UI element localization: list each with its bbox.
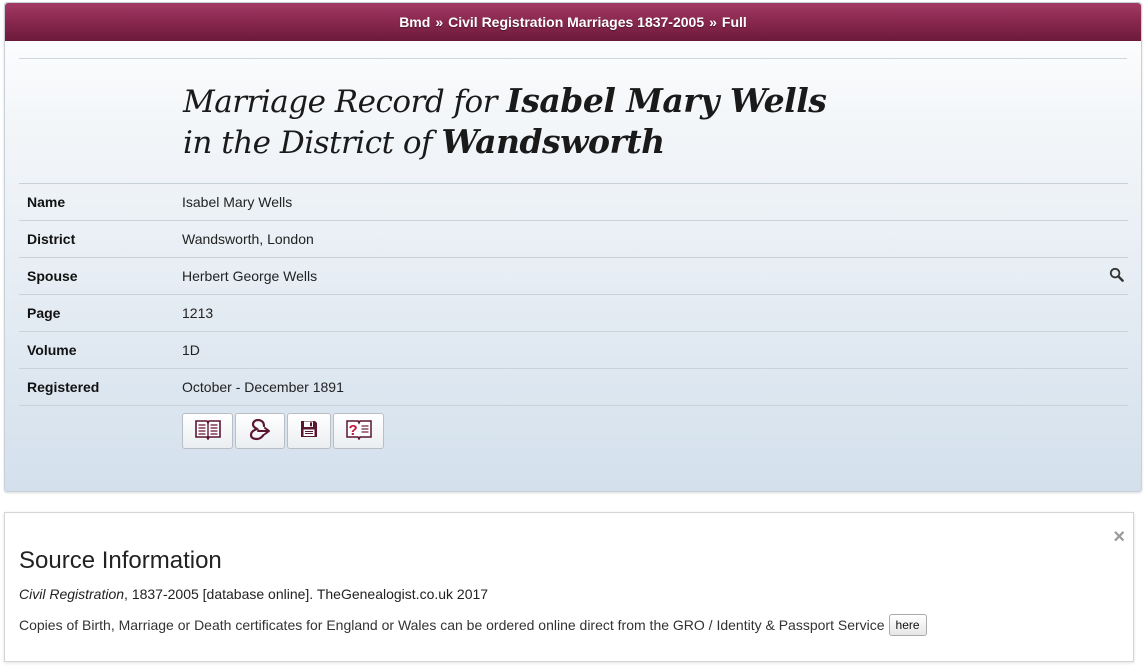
row-label: Spouse xyxy=(19,257,174,295)
title-person-name: Isabel Mary Wells xyxy=(506,81,827,120)
table-row-district: District Wandsworth, London xyxy=(19,220,1128,258)
row-value: October - December 1891 xyxy=(174,368,1088,406)
row-value: 1D xyxy=(174,331,1088,369)
row-label: Page xyxy=(19,294,174,332)
row-label: Registered xyxy=(19,368,174,406)
share-icon xyxy=(247,417,273,446)
source-information-panel: × Source Information Civil Registration,… xyxy=(4,512,1134,662)
row-value: Herbert George Wells xyxy=(174,257,1088,295)
title-line-2: in the District of Wandsworth xyxy=(183,122,826,163)
breadcrumb-full[interactable]: Full xyxy=(722,14,747,30)
row-label: Volume xyxy=(19,331,174,369)
table-row-page: Page 1213 xyxy=(19,294,1128,332)
marriage-record-panel: Bmd » Civil Registration Marriages 1837-… xyxy=(4,2,1142,492)
divider xyxy=(19,58,1127,59)
book-icon xyxy=(194,418,222,445)
breadcrumb-separator: » xyxy=(709,14,717,30)
certificate-order-line: Copies of Birth, Marriage or Death certi… xyxy=(19,614,927,636)
page-title: Marriage Record for Isabel Mary Wells in… xyxy=(183,81,827,163)
row-label: District xyxy=(19,220,174,258)
title-district-prefix: in the District of xyxy=(183,125,433,161)
table-row-volume: Volume 1D xyxy=(19,331,1128,369)
breadcrumb: Bmd » Civil Registration Marriages 1837-… xyxy=(5,3,1141,41)
title-line-1: Marriage Record for Isabel Mary Wells xyxy=(183,81,827,122)
order-here-button[interactable]: here xyxy=(888,614,927,636)
row-label: Name xyxy=(19,183,174,221)
source-citation: Civil Registration, 1837-2005 [database … xyxy=(19,586,488,602)
breadcrumb-civil-registration-marriages[interactable]: Civil Registration Marriages 1837-2005 xyxy=(448,14,704,30)
help-button[interactable]: ? xyxy=(333,413,384,449)
save-button[interactable] xyxy=(287,413,331,449)
row-value: Wandsworth, London xyxy=(174,220,1088,258)
title-prefix: Marriage Record for xyxy=(183,84,498,120)
table-row-registered: Registered October - December 1891 xyxy=(19,368,1128,406)
certificate-order-text: Copies of Birth, Marriage or Death certi… xyxy=(19,617,885,633)
record-toolbar: ? xyxy=(182,413,384,449)
save-icon xyxy=(299,419,319,444)
row-value: 1213 xyxy=(174,294,1088,332)
source-title: Source Information xyxy=(19,547,222,574)
breadcrumb-separator: » xyxy=(435,14,444,30)
breadcrumb-bmd[interactable]: Bmd xyxy=(399,14,430,30)
help-icon: ? xyxy=(345,418,373,445)
row-value: Isabel Mary Wells xyxy=(174,183,1088,221)
record-details-table: Name Isabel Mary Wells District Wandswor… xyxy=(19,183,1128,406)
citation-title: Civil Registration xyxy=(19,586,125,602)
svg-text:?: ? xyxy=(348,422,357,439)
title-district-name: Wandsworth xyxy=(441,122,665,161)
view-transcript-button[interactable] xyxy=(182,413,233,449)
table-row-spouse: Spouse Herbert George Wells xyxy=(19,257,1128,295)
citation-details: , 1837-2005 [database online]. TheGeneal… xyxy=(124,586,489,602)
table-row-name: Name Isabel Mary Wells xyxy=(19,183,1128,221)
search-icon[interactable] xyxy=(1109,267,1124,285)
close-icon[interactable]: × xyxy=(1113,527,1125,547)
share-button[interactable] xyxy=(235,413,285,449)
